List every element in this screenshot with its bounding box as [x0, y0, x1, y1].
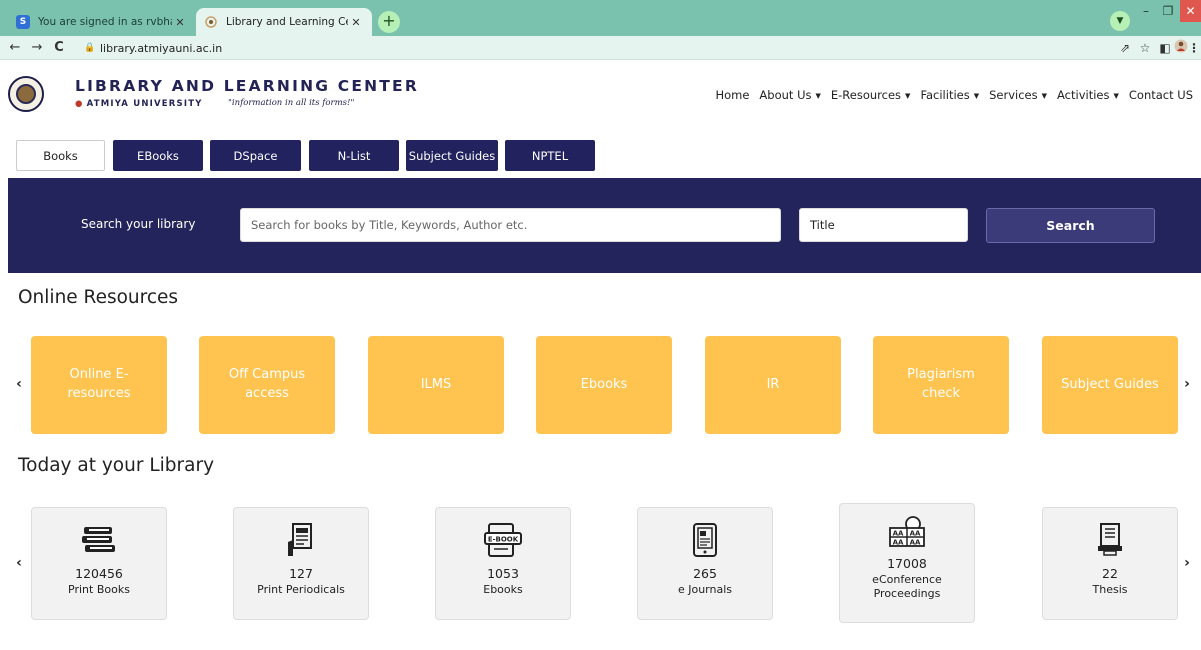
stat-value: 22	[1102, 566, 1118, 581]
minimize-icon[interactable]: –	[1136, 0, 1156, 22]
books-icon	[80, 522, 118, 558]
stat-label: Print Periodicals	[257, 583, 345, 596]
close-tab-icon[interactable]: ✕	[172, 16, 188, 29]
ejournal-icon	[690, 522, 720, 558]
nav-services[interactable]: Services ▼	[989, 88, 1047, 102]
browser-tab-signed-in[interactable]: S You are signed in as rvbhatt ✕	[8, 8, 196, 36]
periodicals-icon	[286, 522, 316, 558]
tab-title: Library and Learning Center | Atm	[226, 16, 348, 28]
resource-ebooks[interactable]: Ebooks	[536, 336, 672, 434]
caret-down-icon: ▼	[1113, 91, 1119, 100]
browser-tab-library[interactable]: Library and Learning Center | Atm ✕	[196, 8, 372, 36]
ebook-icon: E-BOOK	[483, 522, 523, 558]
caret-down-icon: ▼	[815, 91, 821, 100]
resource-ir[interactable]: IR	[705, 336, 841, 434]
s-favicon-icon: S	[16, 15, 30, 29]
stat-card-ebooks[interactable]: E-BOOK 1053 Ebooks	[435, 507, 571, 620]
resource-plagiarism-check[interactable]: Plagiarism check	[873, 336, 1009, 434]
stat-value: 120456	[75, 566, 123, 581]
stat-card-e-journals[interactable]: 265 e Journals	[637, 507, 773, 620]
tab-title: You are signed in as rvbhatt	[38, 16, 172, 28]
nav-facilities[interactable]: Facilities ▼	[920, 88, 979, 102]
main-navigation: Home About Us ▼ E-Resources ▼ Facilities ▼ …	[715, 88, 1193, 102]
university-logo[interactable]	[8, 76, 44, 112]
new-tab-button[interactable]: +	[378, 11, 400, 33]
quicklink-dspace[interactable]: DSpace	[210, 140, 301, 171]
stat-label: Ebooks	[483, 583, 523, 596]
svg-text:AA: AA	[910, 530, 921, 538]
library-favicon-icon	[204, 15, 218, 29]
stat-value: 1053	[487, 566, 519, 581]
search-banner: Search your library Search for books by …	[8, 178, 1201, 273]
resources-prev-arrow-icon[interactable]: ‹	[12, 374, 26, 394]
nav-activities[interactable]: Activities ▼	[1057, 88, 1119, 102]
today-library-heading: Today at your Library	[18, 455, 215, 476]
search-label: Search your library	[81, 217, 196, 231]
quicklink-subject-guides[interactable]: Subject Guides	[406, 140, 498, 171]
stat-card-print-books[interactable]: 120456 Print Books	[31, 507, 167, 620]
stat-label: Thesis	[1092, 583, 1128, 596]
stat-card-print-periodicals[interactable]: 127 Print Periodicals	[233, 507, 369, 620]
tab-search-icon[interactable]: ▼	[1110, 11, 1130, 31]
caret-down-icon: ▼	[905, 91, 911, 100]
forward-icon[interactable]: →	[28, 39, 46, 57]
quicklink-n-list[interactable]: N-List	[309, 140, 399, 171]
share-icon[interactable]: ⇗	[1116, 39, 1134, 57]
resource-ilms[interactable]: ILMS	[368, 336, 504, 434]
svg-text:AA: AA	[893, 539, 904, 547]
address-bar[interactable]: 🔒 library.atmiyauni.ac.in	[84, 38, 1084, 58]
browser-toolbar: ← → C 🔒 library.atmiyauni.ac.in ⇗ ☆ ◧ ⋮	[0, 36, 1201, 60]
reload-icon[interactable]: C	[50, 39, 68, 57]
close-tab-icon[interactable]: ✕	[348, 16, 364, 29]
stat-card-thesis[interactable]: 22 Thesis	[1042, 507, 1178, 620]
browser-tab-strip: S You are signed in as rvbhatt ✕ Library…	[0, 0, 1201, 36]
conference-icon: AA AA AA AA	[887, 514, 927, 550]
nav-home[interactable]: Home	[715, 88, 749, 102]
restore-icon[interactable]: ❐	[1158, 0, 1178, 22]
svg-text:AA: AA	[893, 530, 904, 538]
search-button[interactable]: Search	[986, 208, 1155, 243]
svg-text:E-BOOK: E-BOOK	[488, 536, 519, 544]
bookmark-star-icon[interactable]: ☆	[1136, 39, 1154, 57]
search-field-select[interactable]: Title	[799, 208, 968, 242]
university-name: ● ATMIYA UNIVERSITY	[75, 99, 203, 109]
location-pin-icon: ●	[75, 99, 84, 109]
back-icon[interactable]: ←	[6, 39, 24, 57]
stat-label: e Journals	[677, 583, 733, 596]
menu-kebab-icon[interactable]: ⋮	[1188, 39, 1200, 57]
stats-prev-arrow-icon[interactable]: ‹	[12, 553, 26, 573]
search-input[interactable]: Search for books by Title, Keywords, Aut…	[240, 208, 781, 242]
nav-e-resources[interactable]: E-Resources ▼	[831, 88, 911, 102]
online-resources-heading: Online Resources	[18, 287, 179, 308]
stat-label: eConference Proceedings	[872, 573, 942, 601]
resource-online-e-resources[interactable]: Online E-resources	[31, 336, 167, 434]
caret-down-icon: ▼	[973, 91, 980, 100]
resources-next-arrow-icon[interactable]: ›	[1180, 374, 1194, 394]
quicklink-ebooks[interactable]: EBooks	[113, 140, 203, 171]
stat-label: Print Books	[68, 583, 130, 596]
quicklink-nptel[interactable]: NPTEL	[505, 140, 595, 171]
url-text: library.atmiyauni.ac.in	[100, 41, 223, 55]
site-title[interactable]: LIBRARY AND LEARNING CENTER	[75, 77, 419, 95]
resource-off-campus-access[interactable]: Off Campus access	[199, 336, 335, 434]
stat-value: 265	[693, 566, 717, 581]
thesis-icon	[1095, 522, 1125, 558]
stat-card-econference-proceedings[interactable]: AA AA AA AA 17008 eConference Proceedings	[839, 503, 975, 623]
site-tagline: "information in all its forms!"	[228, 98, 355, 108]
stats-next-arrow-icon[interactable]: ›	[1180, 553, 1194, 573]
caret-down-icon: ▼	[1041, 91, 1048, 100]
lock-icon: 🔒	[84, 43, 96, 53]
svg-text:AA: AA	[910, 539, 921, 547]
stat-value: 17008	[887, 556, 927, 571]
quicklink-books[interactable]: Books	[16, 140, 105, 171]
stat-value: 127	[289, 566, 313, 581]
site-header: LIBRARY AND LEARNING CENTER ● ATMIYA UNIV…	[0, 60, 1201, 132]
nav-contact-us[interactable]: Contact US	[1129, 88, 1193, 102]
close-window-icon[interactable]: ✕	[1180, 0, 1201, 22]
nav-about-us[interactable]: About Us ▼	[759, 88, 820, 102]
resource-subject-guides[interactable]: Subject Guides	[1042, 336, 1178, 434]
